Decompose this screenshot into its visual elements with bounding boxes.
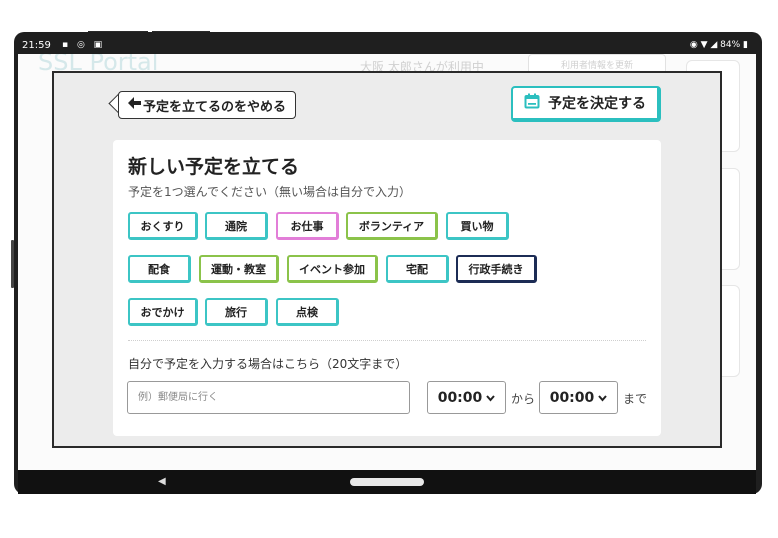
side-button bbox=[11, 240, 14, 288]
from-text: から bbox=[511, 392, 536, 406]
chip-gyousei[interactable]: 行政手続き bbox=[456, 255, 537, 283]
end-time-value: 00:00 bbox=[549, 389, 595, 406]
notification-icons: ▪ ◎ ▣ bbox=[62, 40, 106, 50]
calendar-icon bbox=[524, 93, 540, 113]
divider bbox=[128, 340, 646, 341]
start-time-select[interactable]: 00:00 bbox=[427, 381, 506, 414]
chevron-down-icon bbox=[598, 390, 608, 406]
modal-title: 新しい予定を立てる bbox=[128, 156, 300, 178]
free-input-label: 自分で予定を入力する場合はこちら（20文字まで） bbox=[128, 357, 408, 371]
until-text: まで bbox=[623, 392, 648, 406]
back-icon[interactable]: ◀ bbox=[158, 476, 166, 487]
free-schedule-input[interactable]: 例）郵便局に行く bbox=[127, 381, 410, 414]
chip-okusuri[interactable]: おくすり bbox=[128, 212, 198, 240]
decide-button-label: 予定を決定する bbox=[548, 96, 646, 112]
status-bar: 21:59 ▪ ◎ ▣ ◉ ▼ ◢ 84% ▮ bbox=[18, 38, 756, 54]
chip-ryokou[interactable]: 旅行 bbox=[205, 298, 268, 326]
end-time-select[interactable]: 00:00 bbox=[539, 381, 618, 414]
chip-tenken[interactable]: 点検 bbox=[276, 298, 339, 326]
start-time-value: 00:00 bbox=[437, 389, 483, 406]
chip-event[interactable]: イベント参加 bbox=[287, 255, 378, 283]
arrow-left-icon bbox=[128, 97, 141, 113]
chip-takuhai[interactable]: 宅配 bbox=[386, 255, 449, 283]
chip-odekake[interactable]: おでかけ bbox=[128, 298, 198, 326]
modal-subtitle: 予定を1つ選んでください（無い場合は自分で入力） bbox=[128, 185, 412, 199]
decide-schedule-button[interactable]: 予定を決定する bbox=[511, 86, 661, 122]
home-pill[interactable] bbox=[350, 478, 424, 486]
status-time: 21:59 bbox=[22, 40, 51, 51]
chip-oshigoto[interactable]: お仕事 bbox=[276, 212, 339, 240]
chip-volunteer[interactable]: ボランティア bbox=[346, 212, 438, 240]
system-icons: ◉ ▼ ◢ 84% ▮ bbox=[689, 40, 748, 50]
chip-kaimono[interactable]: 買い物 bbox=[446, 212, 509, 240]
chip-haishoku[interactable]: 配食 bbox=[128, 255, 191, 283]
chip-undou[interactable]: 運動・教室 bbox=[199, 255, 279, 283]
chevron-down-icon bbox=[486, 390, 496, 406]
chip-tsuuin[interactable]: 通院 bbox=[205, 212, 268, 240]
cancel-schedule-button[interactable]: 予定を立てるのをやめる bbox=[118, 91, 296, 119]
cancel-button-label: 予定を立てるのをやめる bbox=[143, 99, 287, 115]
